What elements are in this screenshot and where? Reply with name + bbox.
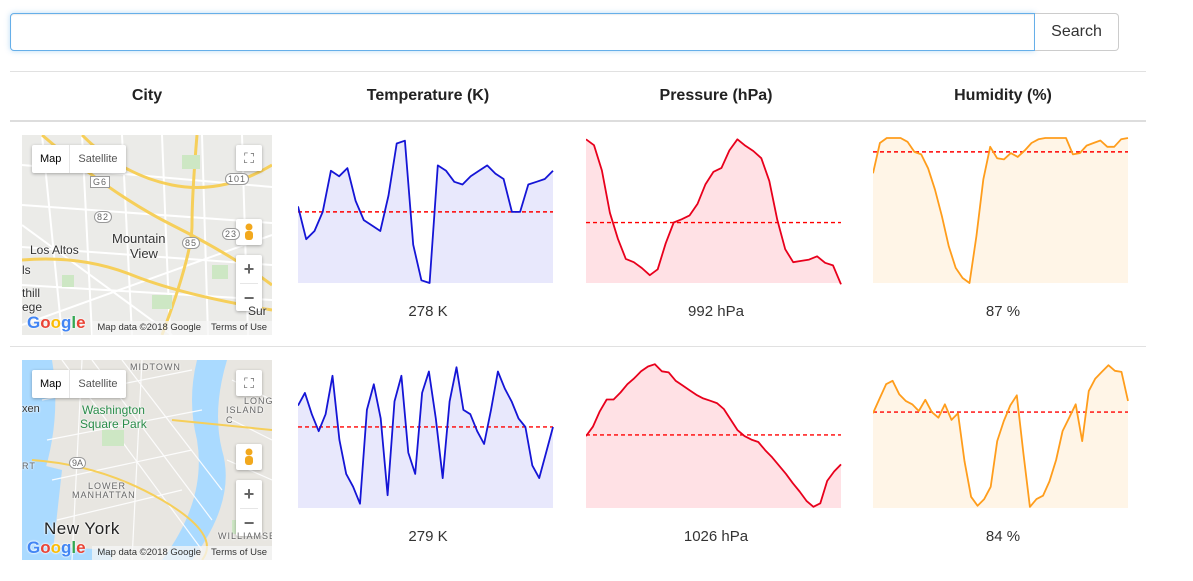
- map-label: Mountain: [112, 231, 166, 246]
- temperature-chart: [298, 139, 554, 284]
- chart-area-fill: [873, 138, 1128, 283]
- google-logo: Google: [27, 313, 86, 332]
- terms-link[interactable]: Terms of Use: [211, 322, 267, 333]
- temperature-value: 278 K: [408, 303, 448, 320]
- map-type-satellite-button[interactable]: Satellite: [69, 370, 125, 398]
- zoom-control: + −: [236, 480, 262, 536]
- fullscreen-icon[interactable]: ⛶: [236, 145, 262, 171]
- map-label: MIDTOWN: [130, 362, 181, 372]
- pressure-chart: [586, 363, 842, 508]
- map-type-satellite-button[interactable]: Satellite: [69, 145, 125, 173]
- map-label: 101: [225, 173, 250, 185]
- map-label: RT: [22, 461, 36, 471]
- map-type-map-button[interactable]: Map: [32, 370, 69, 398]
- map-attribution: Map data ©2018 Google Terms of Use: [92, 546, 272, 560]
- table-row: Map Satellite ⛶ + − Mountain View Los Al…: [10, 122, 1146, 347]
- zoom-control: + −: [236, 255, 262, 311]
- map-label: Sur: [248, 304, 267, 318]
- search-input[interactable]: [10, 13, 1035, 51]
- map-label: 23: [222, 228, 241, 240]
- map-label: ISLAND C: [226, 405, 265, 425]
- map-label: WILLIAMSBUR: [218, 531, 272, 541]
- map-label: MANHATTAN: [72, 490, 136, 500]
- map-type-control: Map Satellite: [32, 145, 126, 173]
- fullscreen-icon[interactable]: ⛶: [236, 370, 262, 396]
- pressure-value: 1026 hPa: [683, 528, 749, 545]
- search-button[interactable]: Search: [1035, 13, 1119, 51]
- google-logo: Google: [27, 538, 86, 557]
- temperature-chart: [298, 366, 554, 508]
- table-row: Map Satellite ⛶ + − MIDTOWN Washington S…: [10, 347, 1146, 572]
- map-type-map-button[interactable]: Map: [32, 145, 69, 173]
- header-temperature: Temperature (K): [366, 87, 490, 104]
- map-data-text: Map data ©2018 Google: [97, 547, 202, 558]
- chart-area-fill: [873, 365, 1128, 508]
- humidity-value: 87 %: [985, 303, 1021, 320]
- map-label: ls: [22, 263, 31, 277]
- map-label: G6: [90, 176, 111, 188]
- zoom-in-button[interactable]: +: [236, 480, 262, 508]
- chart-area-fill: [586, 364, 841, 508]
- map-label: View: [130, 246, 158, 261]
- header-pressure: Pressure (hPa): [659, 87, 773, 104]
- zoom-in-button[interactable]: +: [236, 255, 262, 283]
- map-label: 82: [94, 211, 113, 223]
- header-humidity: Humidity (%): [954, 87, 1052, 104]
- chart-area-fill: [298, 367, 553, 508]
- city-map-new-york[interactable]: Map Satellite ⛶ + − MIDTOWN Washington S…: [22, 360, 272, 560]
- map-label: 9A: [69, 457, 87, 469]
- map-label: New York: [44, 519, 120, 538]
- humidity-chart: [873, 364, 1129, 508]
- chart-area-fill: [586, 139, 841, 285]
- terms-link[interactable]: Terms of Use: [211, 547, 267, 558]
- pegman-icon[interactable]: [236, 444, 262, 470]
- temperature-value: 279 K: [408, 528, 448, 545]
- map-data-text: Map data ©2018 Google: [97, 322, 202, 333]
- map-type-control: Map Satellite: [32, 370, 126, 398]
- header-city: City: [131, 87, 163, 104]
- table-header-row: City Temperature (K) Pressure (hPa) Humi…: [10, 72, 1146, 122]
- map-label: Square Park: [80, 417, 147, 431]
- map-label: Washington: [82, 403, 145, 417]
- pressure-chart: [586, 138, 842, 285]
- search-bar: Search: [10, 13, 1119, 51]
- map-label: Los Altos: [30, 243, 79, 257]
- map-label: ege: [22, 300, 43, 314]
- humidity-value: 84 %: [985, 528, 1021, 545]
- map-attribution: Map data ©2018 Google Terms of Use: [92, 321, 272, 335]
- pressure-value: 992 hPa: [688, 303, 744, 320]
- city-map-mountain-view[interactable]: Map Satellite ⛶ + − Mountain View Los Al…: [22, 135, 272, 335]
- map-label: xen: [22, 403, 40, 415]
- humidity-chart: [873, 137, 1129, 284]
- map-label: 85: [182, 237, 201, 249]
- map-label: thill: [22, 286, 41, 300]
